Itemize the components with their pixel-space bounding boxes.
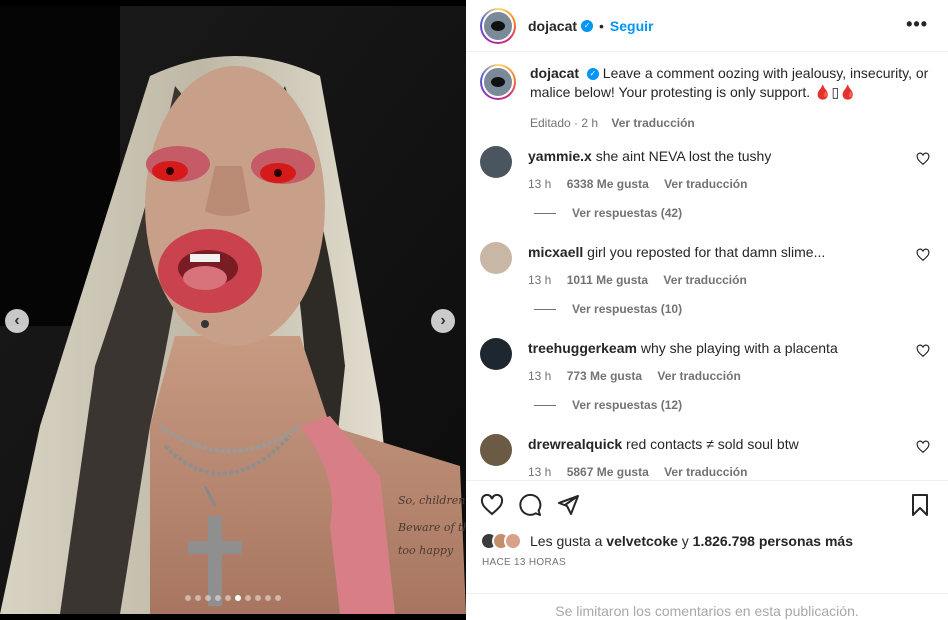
post-caption: dojacat ✓ Leave a comment oozing with je…: [480, 64, 930, 133]
comment-translate-link[interactable]: Ver traducción: [664, 465, 747, 479]
share-send-icon[interactable]: [556, 493, 580, 517]
post-dialog: So, children, Beware of th too happy ‹ ›…: [0, 0, 948, 620]
carousel-dot: [195, 595, 201, 601]
liker-username[interactable]: velvetcoke: [606, 533, 678, 549]
comment-likes[interactable]: 5867 Me gusta: [567, 465, 649, 479]
comment-text: she aint NEVA lost the tushy: [595, 148, 772, 164]
comment-username[interactable]: micxaell: [528, 244, 583, 260]
comments-limited-notice: Se limitaron los comentarios en esta pub…: [466, 593, 948, 619]
heart-icon[interactable]: [916, 440, 930, 454]
comment-likes[interactable]: 1011 Me gusta: [567, 273, 648, 287]
bookmark-save-icon[interactable]: [908, 493, 932, 517]
comment-text: red contacts ≠ sold soul btw: [626, 436, 799, 452]
post-time-ago: HACE 13 HORAS: [482, 557, 566, 568]
verified-badge-icon: ✓: [586, 68, 599, 81]
post-media: So, children, Beware of th too happy ‹ ›: [0, 6, 466, 614]
post-photo: So, children, Beware of th too happy: [0, 6, 466, 614]
commenter-avatar[interactable]: [480, 242, 512, 274]
caption-translate-link[interactable]: Ver traducción: [611, 116, 694, 130]
svg-text:So, children,: So, children,: [398, 494, 466, 507]
more-horizontal-icon[interactable]: •••: [906, 14, 928, 35]
caption-edited: Editado · 2 h: [530, 116, 599, 130]
likes-prefix: Les gusta a: [530, 533, 603, 549]
comment-time: 13 h: [528, 465, 552, 479]
caption-username[interactable]: dojacat: [530, 65, 579, 81]
like-heart-icon[interactable]: [480, 493, 504, 517]
follow-button[interactable]: Seguir: [610, 18, 654, 34]
svg-text:too happy: too happy: [398, 544, 454, 557]
comment-username[interactable]: drewrealquick: [528, 436, 622, 452]
carousel-dot: [255, 595, 261, 601]
likes-count[interactable]: 1.826.798 personas más: [693, 533, 853, 549]
comment-username[interactable]: yammie.x: [528, 148, 592, 164]
likes-mid: y: [681, 533, 689, 549]
comment-bubble-icon[interactable]: [518, 493, 542, 517]
carousel-dot: [245, 595, 251, 601]
spider-icon: [491, 20, 505, 31]
likes-summary: Les gusta a velvetcoke y 1.826.798 perso…: [480, 532, 853, 550]
caption-avatar[interactable]: [480, 64, 516, 100]
commenter-avatar[interactable]: [480, 146, 512, 178]
carousel-indicator: [185, 595, 281, 601]
comment-time: 13 h: [528, 369, 552, 383]
comment-likes[interactable]: 6338 Me gusta: [567, 177, 649, 191]
comment-likes[interactable]: 773 Me gusta: [567, 369, 642, 383]
heart-icon[interactable]: [916, 344, 930, 358]
verified-badge-icon: ✓: [581, 19, 594, 32]
heart-icon[interactable]: [916, 152, 930, 166]
spider-icon: [491, 77, 505, 87]
view-replies-button[interactable]: Ver respuestas (12): [534, 398, 682, 412]
commenter-avatar[interactable]: [480, 338, 512, 370]
comment-item: treehuggerkeam why she playing with a pl…: [480, 338, 930, 412]
carousel-dot: [275, 595, 281, 601]
post-sidebar: dojacat ✓ • Seguir ••• dojacat ✓ Leave a…: [466, 0, 948, 620]
carousel-dot: [225, 595, 231, 601]
author-avatar[interactable]: [480, 7, 516, 44]
comment-item: yammie.x she aint NEVA lost the tushy 13…: [480, 146, 930, 220]
view-replies-button[interactable]: Ver respuestas (10): [534, 302, 682, 316]
view-replies-button[interactable]: Ver respuestas (42): [534, 206, 682, 220]
carousel-dot: [235, 595, 241, 601]
separator-dot: •: [599, 17, 604, 34]
comment-translate-link[interactable]: Ver traducción: [663, 273, 746, 287]
comment-time: 13 h: [528, 177, 552, 191]
heart-icon[interactable]: [916, 248, 930, 262]
post-header: dojacat ✓ • Seguir •••: [466, 0, 948, 52]
carousel-dot: [215, 595, 221, 601]
carousel-dot: [185, 595, 191, 601]
carousel-dot: [265, 595, 271, 601]
comment-translate-link[interactable]: Ver traducción: [664, 177, 747, 191]
liker-avatar[interactable]: [504, 532, 522, 550]
svg-text:Beware of th: Beware of th: [397, 521, 466, 534]
author-username[interactable]: dojacat: [528, 18, 577, 34]
carousel-dot: [205, 595, 211, 601]
carousel-prev-button[interactable]: ‹: [5, 309, 29, 333]
commenter-avatar[interactable]: [480, 434, 512, 466]
comment-username[interactable]: treehuggerkeam: [528, 340, 637, 356]
comment-item: drewrealquick red contacts ≠ sold soul b…: [480, 434, 930, 481]
post-actions: Les gusta a velvetcoke y 1.826.798 perso…: [466, 480, 948, 620]
comment-translate-link[interactable]: Ver traducción: [657, 369, 740, 383]
comment-text: girl you reposted for that damn slime...: [587, 244, 826, 260]
comment-time: 13 h: [528, 273, 552, 287]
carousel-next-button[interactable]: ›: [431, 309, 455, 333]
comment-text: why she playing with a placenta: [640, 340, 838, 356]
comment-item: micxaell girl you reposted for that damn…: [480, 242, 930, 316]
